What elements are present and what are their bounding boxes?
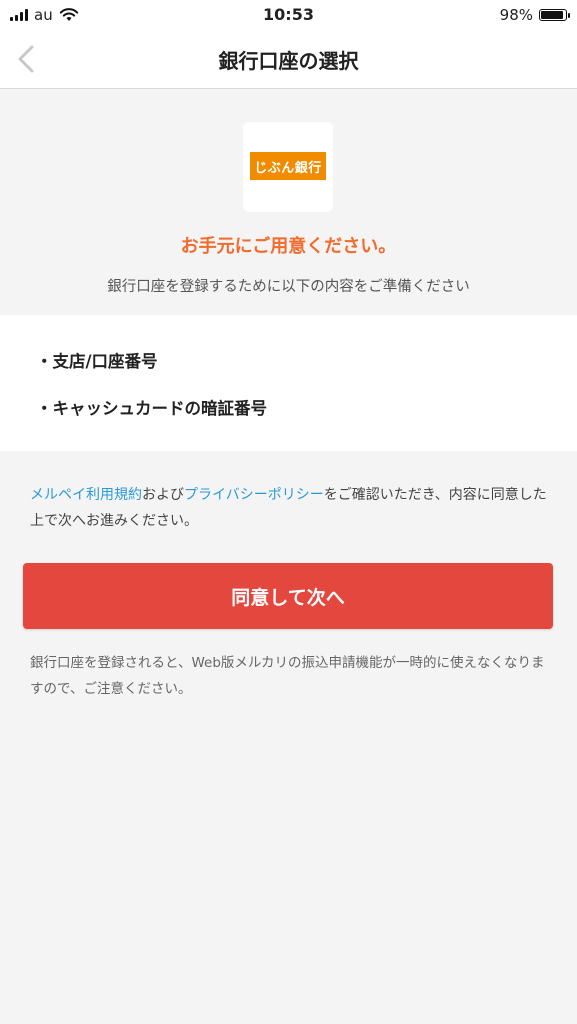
bank-logo-card: じぶん銀行 [243, 122, 333, 212]
privacy-policy-link[interactable]: プライバシーポリシー [184, 487, 324, 503]
list-item: ・支店/口座番号 [36, 352, 158, 371]
terms-link[interactable]: メルペイ利用規約 [30, 487, 142, 503]
battery-percent: 98% [499, 6, 533, 24]
battery-icon [539, 9, 570, 21]
terms-connector: および [142, 487, 184, 503]
prep-heading: お手元にご用意ください。 [180, 236, 397, 257]
status-time: 10:53 [263, 5, 314, 24]
nav-bar: 銀行口座の選択 [0, 30, 577, 89]
status-bar: au 10:53 98% [0, 0, 577, 30]
bank-logo: じぶん銀行 [250, 152, 326, 180]
terms-text: メルペイ利用規約およびプライバシーポリシーをご確認いただき、内容に同意した上で次… [30, 482, 550, 534]
status-right: 98% [499, 6, 570, 24]
prep-description: 銀行口座を登録するために以下の内容をご準備ください [107, 279, 470, 295]
intro-section: じぶん銀行 お手元にご用意ください。 銀行口座を登録するために以下の内容をご準備… [0, 89, 577, 315]
requirements-list: ・支店/口座番号 ・キャッシュカードの暗証番号 [0, 315, 577, 451]
agree-next-button[interactable]: 同意して次へ [23, 563, 553, 629]
page-title: 銀行口座の選択 [218, 49, 359, 73]
notice-text: 銀行口座を登録されると、Web版メルカリの振込申請機能が一時的に使えなくなります… [30, 655, 545, 697]
battery-fill [541, 11, 563, 19]
list-item: ・キャッシュカードの暗証番号 [36, 399, 267, 418]
